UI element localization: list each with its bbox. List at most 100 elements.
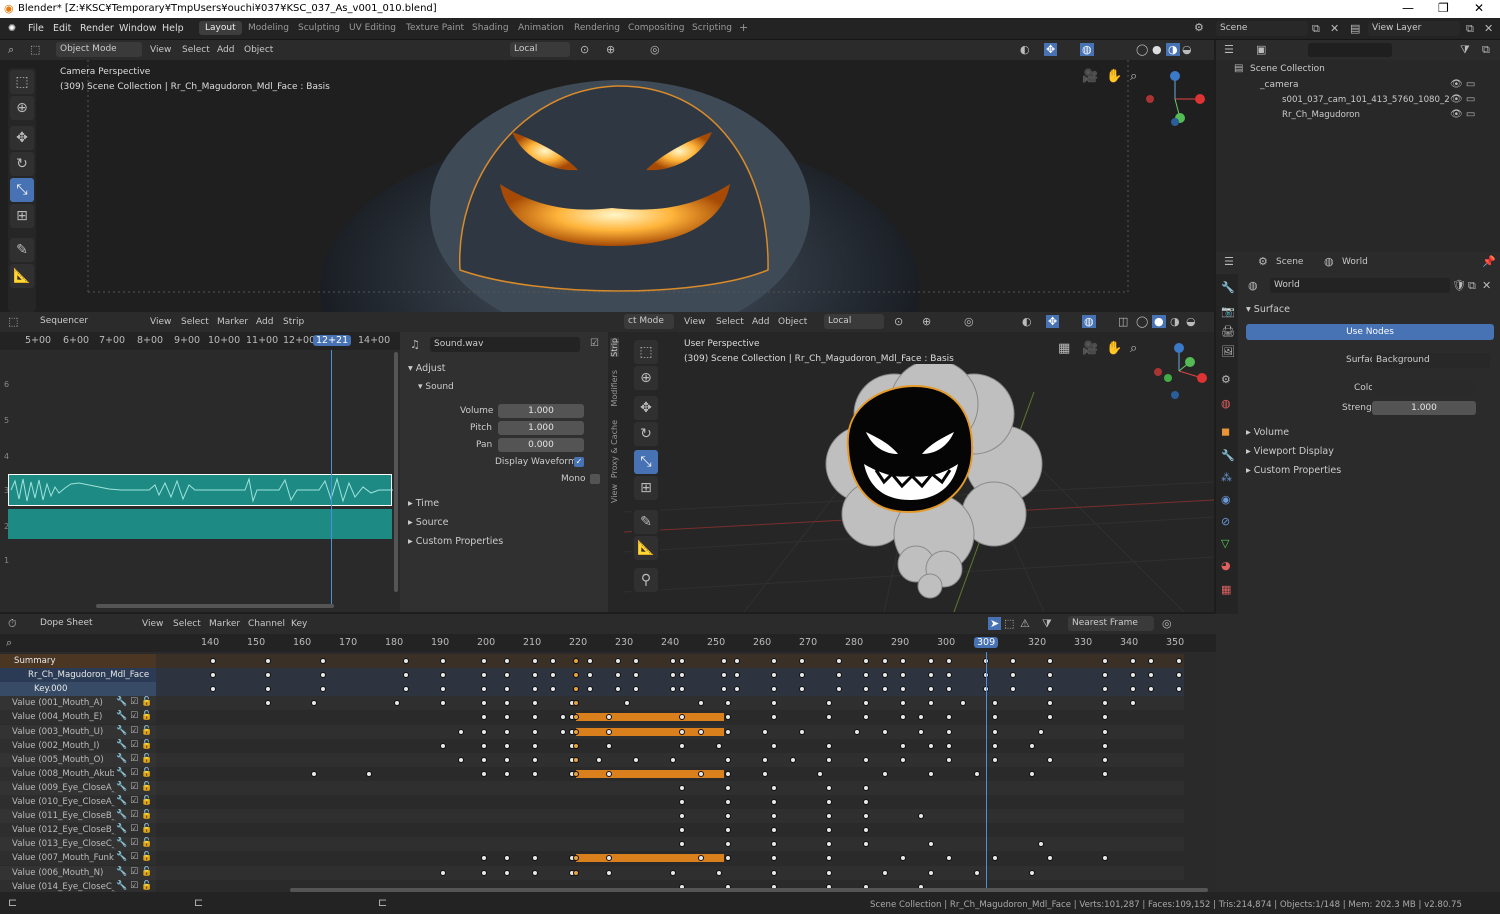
keyframe-row[interactable] bbox=[156, 823, 1184, 838]
filter-icon[interactable]: ⧩ bbox=[1460, 44, 1470, 55]
tab-shading[interactable]: Shading bbox=[472, 23, 509, 33]
keyframe[interactable] bbox=[863, 714, 870, 721]
strip-name-field[interactable]: Sound.wav bbox=[430, 337, 580, 352]
keyframe-row[interactable] bbox=[156, 780, 1184, 795]
keyframe[interactable] bbox=[946, 756, 952, 763]
keyframe[interactable] bbox=[725, 784, 732, 791]
visibility-eye-icon[interactable]: 👁 ▭ bbox=[1450, 110, 1475, 120]
keyframe[interactable] bbox=[1102, 728, 1109, 735]
keyframe[interactable] bbox=[573, 728, 580, 735]
unlink-icon[interactable]: ✕ bbox=[1482, 280, 1491, 291]
keyframe[interactable] bbox=[532, 658, 538, 664]
channel-toggle-icons[interactable]: 🔧 ☑ 🔓 bbox=[114, 711, 153, 722]
editor-type-icon[interactable]: ☰ bbox=[1224, 44, 1234, 55]
keyframe[interactable] bbox=[311, 700, 318, 707]
keyframe[interactable] bbox=[992, 756, 998, 763]
keyframe[interactable] bbox=[532, 869, 538, 876]
keyframe[interactable] bbox=[532, 672, 538, 679]
keyframe[interactable] bbox=[992, 714, 998, 721]
data-tab-icon[interactable]: ▽ bbox=[1221, 538, 1229, 549]
keyframe[interactable] bbox=[532, 686, 538, 693]
keyframe[interactable] bbox=[532, 756, 538, 763]
proportional-icon[interactable]: ◎ bbox=[964, 316, 974, 327]
keyframe[interactable] bbox=[679, 784, 686, 791]
keyframe[interactable] bbox=[881, 728, 888, 735]
editor-type-icon[interactable]: ☰ bbox=[1224, 256, 1234, 267]
keyframe[interactable] bbox=[973, 869, 980, 876]
keyframe[interactable] bbox=[504, 756, 511, 763]
keyframe[interactable] bbox=[881, 869, 888, 876]
keyframe[interactable] bbox=[900, 756, 906, 763]
keyframe[interactable] bbox=[587, 686, 594, 693]
keyframe[interactable] bbox=[734, 672, 741, 679]
keyframe[interactable] bbox=[826, 799, 833, 805]
keyframe[interactable] bbox=[946, 742, 952, 749]
channel-row[interactable]: Value (013_Eye_CloseC_R) 🔧 ☑ 🔓 bbox=[0, 837, 156, 852]
keyframe[interactable] bbox=[550, 658, 557, 664]
keyframe[interactable] bbox=[573, 658, 580, 664]
summary-channel[interactable]: Summary bbox=[0, 654, 156, 668]
keyframe[interactable] bbox=[504, 714, 511, 721]
proportional-icon[interactable]: ◎ bbox=[650, 44, 660, 55]
keyframe[interactable] bbox=[900, 742, 906, 749]
ds-menu-channel[interactable]: Channel bbox=[248, 619, 285, 629]
keyframe[interactable] bbox=[403, 686, 410, 693]
channel-toggle-icons[interactable]: 🔧 ☑ 🔓 bbox=[114, 697, 153, 708]
object-tab-icon[interactable]: ◼ bbox=[1221, 426, 1230, 437]
render-tab-icon[interactable]: 📷 bbox=[1221, 306, 1235, 317]
color-swatch[interactable] bbox=[1372, 381, 1476, 396]
mono-checkbox[interactable] bbox=[590, 474, 600, 484]
sound-subpanel[interactable]: ▾ Sound bbox=[418, 382, 454, 392]
keyframe[interactable] bbox=[679, 799, 686, 805]
measure-tool-icon[interactable]: 📐 bbox=[634, 536, 658, 560]
keyframe[interactable] bbox=[440, 658, 446, 664]
keyframe[interactable] bbox=[458, 756, 465, 763]
particles-tab-icon[interactable]: ⁂ bbox=[1221, 472, 1232, 483]
menu-render[interactable]: Render bbox=[80, 23, 114, 34]
keyframe[interactable] bbox=[927, 686, 934, 693]
snap-icon[interactable]: ⊕ bbox=[606, 44, 615, 55]
world-tab-icon[interactable]: ◍ bbox=[1221, 398, 1231, 409]
keyframe[interactable] bbox=[504, 742, 511, 749]
keyframe-row[interactable] bbox=[156, 766, 1184, 781]
keyframe[interactable] bbox=[716, 869, 722, 876]
keyframe[interactable] bbox=[720, 658, 727, 664]
keyframe[interactable] bbox=[697, 770, 704, 777]
keyframe[interactable] bbox=[946, 714, 952, 721]
keyframe[interactable] bbox=[863, 686, 870, 693]
keyframe[interactable] bbox=[210, 658, 216, 664]
keyframe[interactable] bbox=[946, 855, 952, 862]
keyframe[interactable] bbox=[725, 700, 732, 707]
move-tool-icon[interactable]: ✥ bbox=[634, 396, 658, 420]
shading-solid-icon[interactable]: ● bbox=[1152, 44, 1162, 55]
keyframe[interactable] bbox=[927, 742, 934, 749]
keyframe[interactable] bbox=[927, 700, 934, 707]
zoom-icon[interactable]: ⌕ bbox=[1130, 342, 1137, 355]
keyframe[interactable] bbox=[725, 855, 732, 862]
outliner-item-magudoron[interactable]: Rr_Ch_Magudoron bbox=[1282, 110, 1360, 120]
keyframe[interactable] bbox=[863, 841, 870, 848]
display-waveform-checkbox[interactable]: ✓ bbox=[574, 457, 584, 467]
keyframe[interactable] bbox=[762, 756, 768, 763]
keyframe[interactable] bbox=[1102, 770, 1109, 777]
editor-type-icon[interactable]: ⬚ bbox=[8, 316, 18, 327]
keyframe[interactable] bbox=[946, 728, 952, 735]
keyframe[interactable] bbox=[605, 869, 612, 876]
keyframe[interactable] bbox=[992, 700, 998, 707]
channel-row[interactable]: Value (009_Eye_CloseA_R) 🔧 ☑ 🔓 bbox=[0, 780, 156, 795]
keyframe[interactable] bbox=[1102, 855, 1109, 862]
delete-view-layer-icon[interactable]: ✕ bbox=[1484, 23, 1493, 34]
keyframe[interactable] bbox=[605, 770, 612, 777]
shading-render-icon[interactable]: ◒ bbox=[1186, 316, 1196, 327]
breadcrumb-world[interactable]: World bbox=[1342, 257, 1368, 267]
viewport-user[interactable]: ct Mode View Select Add Object Local ⊙ ⊕… bbox=[624, 312, 1214, 612]
outliner-item-camera[interactable]: _camera bbox=[1260, 80, 1298, 90]
menu-edit[interactable]: Edit bbox=[53, 23, 71, 34]
keyframe[interactable] bbox=[573, 742, 580, 749]
duplicate-icon[interactable]: ⧉ bbox=[1468, 280, 1476, 291]
keyframe[interactable] bbox=[1047, 658, 1054, 664]
keyframe[interactable] bbox=[614, 658, 621, 664]
keyframe[interactable] bbox=[771, 799, 778, 805]
keyframe-row[interactable] bbox=[156, 682, 1184, 697]
new-collection-icon[interactable]: ⧉ bbox=[1482, 44, 1490, 55]
